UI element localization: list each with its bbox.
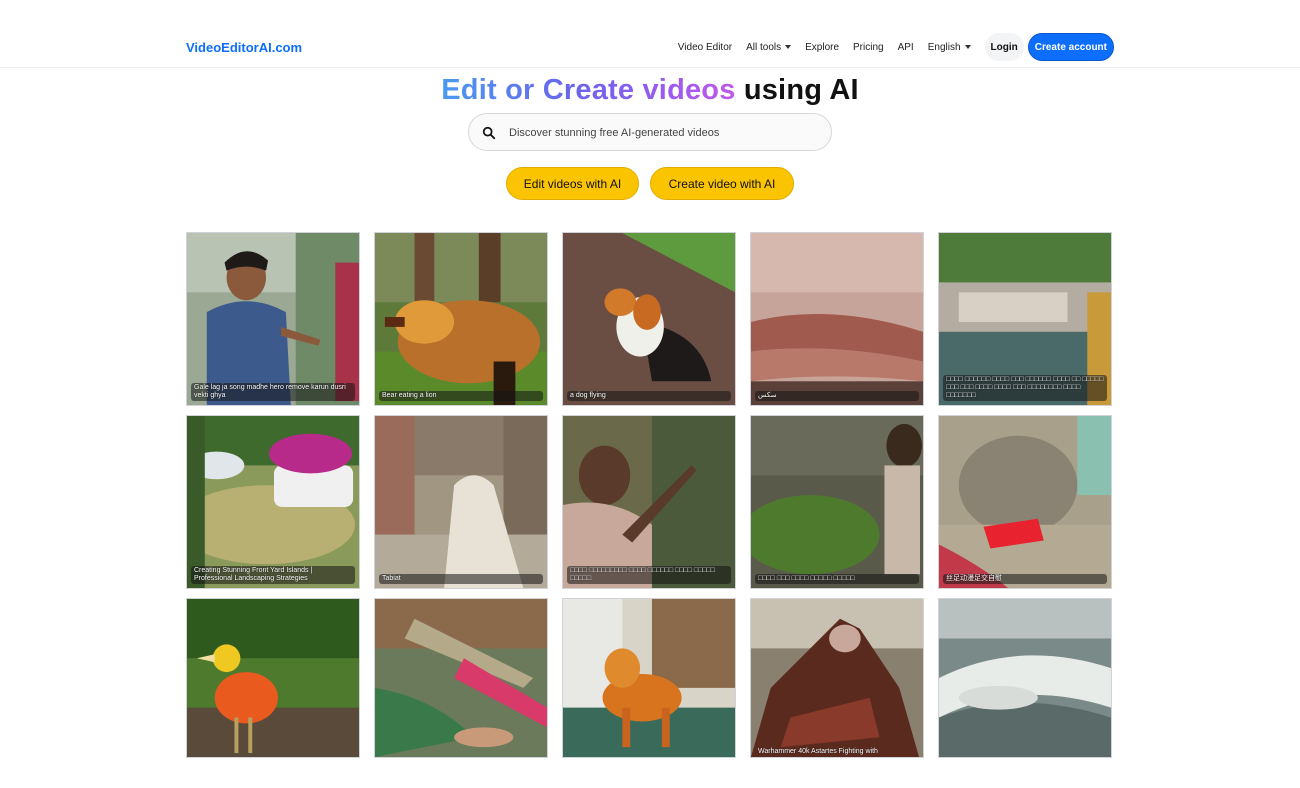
nav-pricing[interactable]: Pricing xyxy=(853,42,884,53)
video-card[interactable]: Gale lag ja song madhe hero remove karun… xyxy=(186,232,360,406)
edit-videos-button[interactable]: Edit videos with AI xyxy=(506,167,639,200)
hero-title: Edit or Create videos using AI xyxy=(0,74,1300,107)
video-caption: Creating Stunning Front Yard Islands | P… xyxy=(191,566,355,584)
video-caption: 丝足动漫足交自慰 xyxy=(943,574,1107,584)
search-input[interactable] xyxy=(509,123,819,143)
video-thumbnail xyxy=(187,233,359,405)
top-navbar: VideoEditorAI.com Video Editor All tools… xyxy=(0,0,1300,68)
nav-links: Video Editor All tools Explore Pricing A… xyxy=(664,33,1114,61)
video-card[interactable]: Bear eating a lion xyxy=(374,232,548,406)
video-card[interactable]: □□□□ □□□□□□ □□□□ □□□ □□□□□□ □□□□ □□ □□□□… xyxy=(938,232,1112,406)
video-card[interactable]: 丝足动漫足交自慰 xyxy=(938,415,1112,589)
video-caption: Gale lag ja song madhe hero remove karun… xyxy=(191,383,355,401)
video-card[interactable]: Tabiat xyxy=(374,415,548,589)
video-card[interactable] xyxy=(186,598,360,758)
nav-api[interactable]: API xyxy=(898,42,914,53)
video-card[interactable]: □□□□ □□□ □□□□ □□□□□ □□□□□ xyxy=(750,415,924,589)
video-card[interactable] xyxy=(938,598,1112,758)
video-thumbnail xyxy=(187,599,359,757)
video-thumbnail xyxy=(939,416,1111,588)
video-card[interactable]: a dog flying xyxy=(562,232,736,406)
video-caption: Bear eating a lion xyxy=(379,391,543,401)
video-thumbnail xyxy=(563,233,735,405)
video-card[interactable]: Warhammer 40k Astartes Fighting with xyxy=(750,598,924,758)
video-caption: □□□□ □□□ □□□□ □□□□□ □□□□□ xyxy=(755,574,919,584)
hero-title-gradient: Edit or Create videos xyxy=(441,74,736,106)
video-card[interactable] xyxy=(374,598,548,758)
video-caption: Tabiat xyxy=(379,574,543,584)
video-card[interactable] xyxy=(562,598,736,758)
video-caption: Warhammer 40k Astartes Fighting with xyxy=(758,748,878,755)
video-thumbnail xyxy=(563,599,735,757)
nav-all-tools-dropdown[interactable]: All tools xyxy=(746,41,792,53)
video-caption: □□□□ □□□□□□□□□ □□□□ □□□□□□ □□□□ □□□□□ □□… xyxy=(567,566,731,584)
video-card[interactable]: □□□□ □□□□□□□□□ □□□□ □□□□□□ □□□□ □□□□□ □□… xyxy=(562,415,736,589)
video-thumbnail xyxy=(751,233,923,405)
caret-down-icon xyxy=(964,45,971,49)
video-thumbnail xyxy=(187,416,359,588)
video-thumbnail xyxy=(375,599,547,757)
nav-video-editor[interactable]: Video Editor xyxy=(678,42,732,53)
video-thumbnail xyxy=(751,416,923,588)
search-bar xyxy=(468,113,832,151)
nav-explore[interactable]: Explore xyxy=(805,42,839,53)
video-thumbnail xyxy=(751,599,923,757)
search-icon xyxy=(482,126,496,140)
create-video-button[interactable]: Create video with AI xyxy=(650,167,794,200)
create-account-button[interactable]: Create account xyxy=(1027,33,1114,61)
video-thumbnail xyxy=(375,233,547,405)
video-thumbnail xyxy=(563,416,735,588)
video-card[interactable]: سکس xyxy=(750,232,924,406)
language-dropdown[interactable]: English xyxy=(928,42,971,53)
video-card[interactable]: Creating Stunning Front Yard Islands | P… xyxy=(186,415,360,589)
language-label: English xyxy=(927,41,961,53)
video-caption: □□□□ □□□□□□ □□□□ □□□ □□□□□□ □□□□ □□ □□□□… xyxy=(943,375,1107,401)
caret-down-icon xyxy=(785,45,792,49)
video-thumbnail xyxy=(939,599,1111,757)
video-caption: a dog flying xyxy=(567,391,731,401)
brand-logo-link[interactable]: VideoEditorAI.com xyxy=(186,40,302,55)
nav-all-tools-label: All tools xyxy=(746,41,782,53)
video-caption: سکس xyxy=(755,391,919,401)
login-button[interactable]: Login xyxy=(984,33,1024,61)
video-thumbnail xyxy=(375,416,547,588)
hero-title-plain: using AI xyxy=(735,74,859,106)
